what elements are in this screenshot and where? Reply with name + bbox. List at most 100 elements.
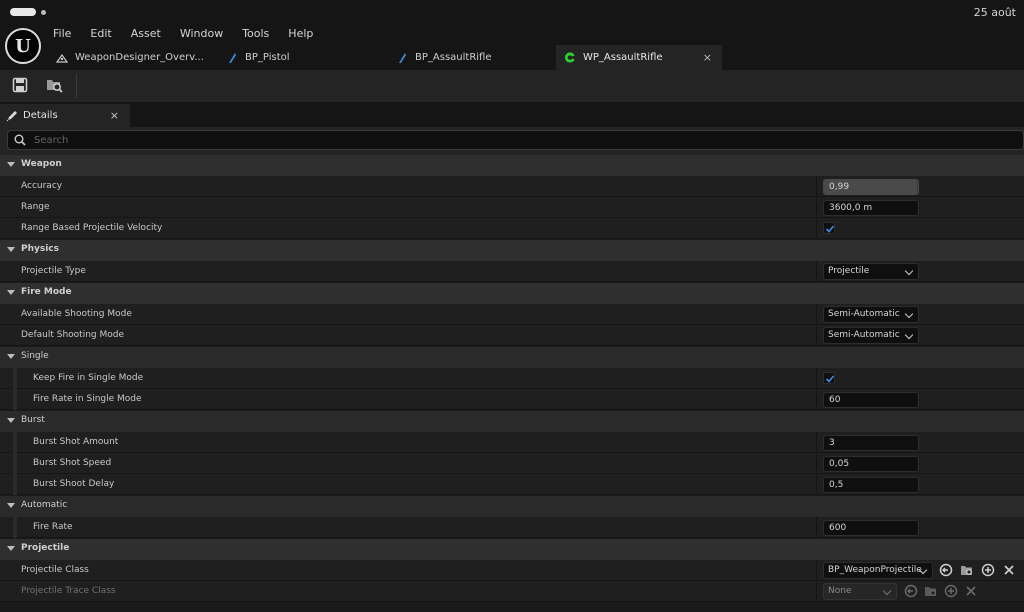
menu-file[interactable]: File bbox=[53, 27, 71, 40]
available-shooting-mode-dropdown[interactable]: Semi-Automatic bbox=[823, 306, 919, 323]
default-shooting-mode-dropdown[interactable]: Semi-Automatic bbox=[823, 327, 919, 344]
menu-edit[interactable]: Edit bbox=[90, 27, 111, 40]
save-icon[interactable] bbox=[12, 77, 30, 95]
property-row-projectile-trace-class: Projectile Trace Class None bbox=[0, 581, 1024, 602]
tab-label: WP_AssaultRifle bbox=[583, 52, 663, 63]
window-pill-control[interactable] bbox=[10, 8, 36, 16]
search-box[interactable] bbox=[7, 130, 1024, 150]
use-selected-icon[interactable] bbox=[939, 563, 953, 577]
tab-label: WeaponDesigner_Overv... bbox=[75, 52, 204, 63]
search-input[interactable] bbox=[34, 134, 934, 146]
burst-shot-amount-field[interactable]: 3 bbox=[823, 435, 919, 451]
menu-tools[interactable]: Tools bbox=[242, 27, 269, 40]
tab-wp-assaultrifle[interactable]: WP_AssaultRifle × bbox=[556, 45, 722, 70]
details-property-list: Weapon Accuracy 0,99 Range 3600,0 m Rang… bbox=[0, 155, 1024, 612]
column-divider bbox=[816, 432, 817, 453]
burst-shoot-delay-field[interactable]: 0,5 bbox=[823, 477, 919, 493]
column-divider bbox=[816, 368, 817, 389]
accuracy-slider[interactable]: 0,99 bbox=[823, 179, 919, 195]
column-divider bbox=[816, 560, 817, 581]
category-burst[interactable]: Burst bbox=[0, 411, 1024, 432]
fire-rate-single-field[interactable]: 60 bbox=[823, 392, 919, 408]
indent-bar bbox=[13, 368, 17, 389]
clear-icon[interactable] bbox=[964, 584, 978, 598]
tab-bp-assaultrifle[interactable]: BP_AssaultRifle bbox=[388, 45, 556, 70]
category-fire-mode[interactable]: Fire Mode bbox=[0, 283, 1024, 304]
category-label: Projectile bbox=[21, 543, 70, 553]
pencil-icon bbox=[6, 110, 18, 122]
category-weapon[interactable]: Weapon bbox=[0, 155, 1024, 176]
browse-icon[interactable] bbox=[46, 77, 64, 95]
property-label: Keep Fire in Single Mode bbox=[33, 373, 144, 383]
chevron-down-icon bbox=[904, 330, 914, 340]
category-label: Fire Mode bbox=[21, 287, 72, 297]
add-icon[interactable] bbox=[981, 563, 995, 577]
category-physics[interactable]: Physics bbox=[0, 240, 1024, 261]
property-label: Fire Rate bbox=[33, 522, 73, 532]
tab-bp-pistol[interactable]: BP_Pistol bbox=[218, 45, 388, 70]
toolbar-separator bbox=[76, 74, 77, 98]
projectile-trace-class-dropdown[interactable]: None bbox=[823, 583, 897, 600]
browse-asset-icon[interactable] bbox=[924, 584, 938, 598]
tab-weapondesigner-overview[interactable]: WeaponDesigner_Overv... bbox=[48, 45, 218, 70]
expand-arrow-icon[interactable] bbox=[7, 503, 15, 508]
search-bar bbox=[0, 127, 1024, 155]
chevron-down-icon bbox=[882, 586, 892, 596]
browse-asset-icon[interactable] bbox=[960, 563, 974, 577]
column-divider bbox=[816, 176, 817, 197]
weapon-asset-icon bbox=[564, 52, 576, 64]
use-selected-icon[interactable] bbox=[904, 584, 918, 598]
expand-arrow-icon[interactable] bbox=[7, 418, 15, 423]
property-row-fire-rate-single: Fire Rate in Single Mode 60 bbox=[0, 389, 1024, 410]
indent-bar bbox=[13, 517, 17, 538]
expand-arrow-icon[interactable] bbox=[7, 354, 15, 359]
fire-rate-field[interactable]: 600 bbox=[823, 520, 919, 536]
indent-bar bbox=[13, 432, 17, 453]
menu-help[interactable]: Help bbox=[288, 27, 313, 40]
indent-bar bbox=[13, 389, 17, 410]
property-row-burst-shot-amount: Burst Shot Amount 3 bbox=[0, 432, 1024, 453]
property-label: Fire Rate in Single Mode bbox=[33, 394, 142, 404]
projectile-class-dropdown[interactable]: BP_WeaponProjectile bbox=[823, 562, 933, 579]
category-single[interactable]: Single bbox=[0, 347, 1024, 368]
category-label: Physics bbox=[21, 244, 60, 254]
close-icon[interactable]: × bbox=[703, 51, 712, 64]
column-divider bbox=[816, 325, 817, 346]
property-label: Burst Shot Amount bbox=[33, 437, 119, 447]
column-divider bbox=[816, 474, 817, 495]
clear-icon[interactable] bbox=[1002, 563, 1016, 577]
category-projectile[interactable]: Projectile bbox=[0, 539, 1024, 560]
range-field[interactable]: 3600,0 m bbox=[823, 200, 919, 216]
category-automatic[interactable]: Automatic bbox=[0, 496, 1024, 517]
close-icon[interactable]: × bbox=[110, 109, 119, 122]
checkmark-icon bbox=[825, 375, 835, 383]
column-divider bbox=[816, 261, 817, 282]
property-row-range: Range 3600,0 m bbox=[0, 197, 1024, 218]
checkmark-icon bbox=[825, 225, 835, 233]
unreal-logo-icon[interactable]: U bbox=[5, 28, 41, 64]
dropdown-value: Semi-Automatic bbox=[828, 330, 900, 340]
expand-arrow-icon[interactable] bbox=[7, 546, 15, 551]
keep-fire-single-checkbox[interactable] bbox=[823, 372, 835, 384]
property-label: Range Based Projectile Velocity bbox=[21, 223, 163, 233]
dropdown-value: Projectile bbox=[828, 266, 870, 276]
indent-bar bbox=[13, 453, 17, 474]
property-row-default-shooting-mode: Default Shooting Mode Semi-Automatic bbox=[0, 325, 1024, 346]
property-label: Default Shooting Mode bbox=[21, 330, 125, 340]
expand-arrow-icon[interactable] bbox=[7, 162, 15, 167]
accuracy-value: 0,99 bbox=[829, 182, 850, 192]
property-label: Burst Shot Speed bbox=[33, 458, 112, 468]
expand-arrow-icon[interactable] bbox=[7, 290, 15, 295]
burst-shot-speed-field[interactable]: 0,05 bbox=[823, 456, 919, 472]
property-label: Projectile Type bbox=[21, 266, 86, 276]
blueprint-icon bbox=[396, 52, 408, 64]
tab-details[interactable]: Details × bbox=[0, 104, 130, 127]
menu-window[interactable]: Window bbox=[180, 27, 223, 40]
add-icon[interactable] bbox=[944, 584, 958, 598]
expand-arrow-icon[interactable] bbox=[7, 247, 15, 252]
menu-asset[interactable]: Asset bbox=[131, 27, 161, 40]
window-controls[interactable] bbox=[10, 8, 46, 16]
range-based-velocity-checkbox[interactable] bbox=[823, 222, 835, 234]
window-dot-control[interactable] bbox=[41, 9, 46, 15]
projectile-type-dropdown[interactable]: Projectile bbox=[823, 263, 919, 280]
